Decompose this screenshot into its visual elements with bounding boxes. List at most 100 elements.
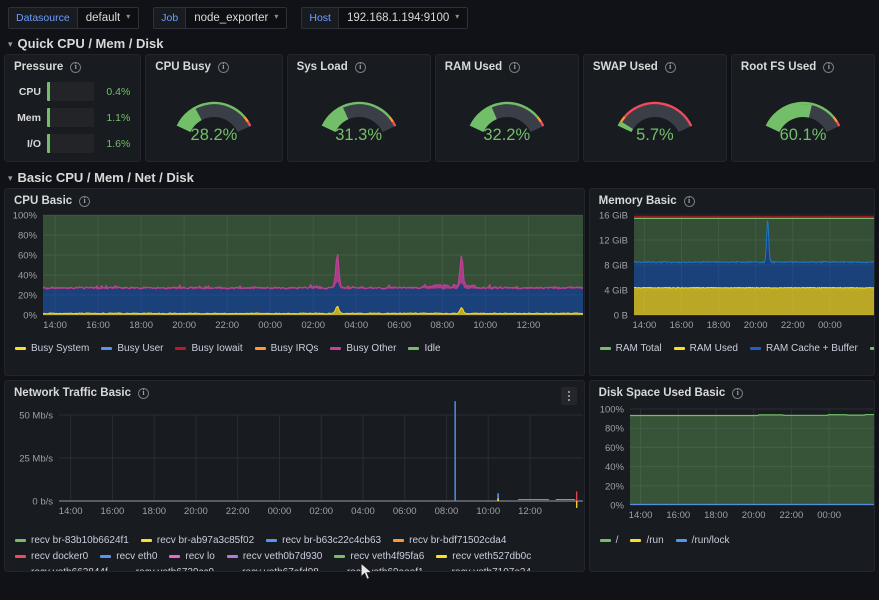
chart-disk-space[interactable]: 0% 20% 40% 60% 80% 100% 14:00 16:00 18:00 20:00 22… <box>590 399 874 532</box>
legend-item[interactable]: recv eth0 <box>100 550 157 563</box>
legend-cpu-basic: Busy System Busy User Busy Iowait Busy IRQs… <box>5 340 584 359</box>
info-icon[interactable]: i <box>70 61 82 73</box>
gauge-ram-used-value: 32.2% <box>483 126 531 144</box>
info-icon[interactable]: i <box>823 61 835 73</box>
legend-color-swatch <box>15 539 26 542</box>
legend-item[interactable]: Idle <box>408 342 441 355</box>
chevron-down-icon: ▾ <box>274 12 279 21</box>
legend-item-label: /run <box>646 535 664 546</box>
legend-item[interactable]: / <box>599 534 619 547</box>
panel-sys-load: Sys Load i 31.3% <box>286 54 431 162</box>
legend-item[interactable]: recv veth527db0c <box>436 550 531 563</box>
legend-item[interactable]: Busy Other <box>330 342 396 355</box>
svg-text:8 GiB: 8 GiB <box>604 261 628 272</box>
gauge-root-fs-used-value: 60.1% <box>779 126 827 144</box>
info-icon[interactable]: i <box>79 195 91 207</box>
info-icon[interactable]: i <box>217 61 229 73</box>
pressure-bar-mem <box>47 108 95 127</box>
legend-color-swatch <box>869 347 874 350</box>
row-header-basic[interactable]: ▾ Basic CPU / Mem / Net / Disk <box>0 168 879 188</box>
legend-color-swatch <box>408 347 420 350</box>
legend-color-swatch <box>226 555 238 558</box>
chevron-down-icon: ▾ <box>8 38 13 49</box>
svg-text:22:00: 22:00 <box>215 320 239 331</box>
legend-item[interactable]: recv br-ab97a3c85f02 <box>140 534 254 547</box>
legend-item[interactable]: recv veth662844f <box>15 566 108 571</box>
svg-text:16:00: 16:00 <box>669 320 693 331</box>
legend-item[interactable]: Busy Iowait <box>175 342 243 355</box>
legend-item[interactable]: recv veth4f95fa6 <box>334 550 424 563</box>
legend-item[interactable]: /run <box>630 534 664 547</box>
chart-cpu-basic[interactable]: 0% 20% 40% 60% 80% 100% 14:00 16:00 18:00 20:00 22… <box>5 207 584 340</box>
legend-item[interactable]: recv br-bdf71502cda4 <box>393 534 506 547</box>
pressure-label-cpu: CPU <box>18 85 41 98</box>
gauge-swap-used <box>584 75 726 159</box>
variable-datasource-value[interactable]: default ▾ <box>76 7 140 29</box>
svg-text:10:00: 10:00 <box>476 506 500 517</box>
panel-swap-used: SWAP Used i 5.7% <box>582 54 727 162</box>
chevron-down-icon: ▾ <box>126 12 131 21</box>
legend-item[interactable]: RAM Total <box>599 342 662 355</box>
legend-item[interactable]: Busy IRQs <box>254 342 318 355</box>
legend-item-label: RAM Used <box>689 343 738 354</box>
panel-network-traffic-title: Network Traffic Basic <box>14 387 131 399</box>
panel-disk-space-used-basic: Disk Space Used Basic i 0% 20% 40% 60% 80% 10… <box>588 380 875 572</box>
variable-host-value[interactable]: 192.168.1.194:9100 ▾ <box>337 7 469 29</box>
legend-item[interactable]: /run/lock <box>675 534 729 547</box>
legend-item-label: Busy Other <box>346 343 397 354</box>
quick-row-grid: Pressure i CPU 0.4% Mem 1.1% I/O 1.6% CP… <box>0 54 879 162</box>
legend-item[interactable]: recv docker0 <box>15 550 88 563</box>
legend-item[interactable]: RAM Free <box>869 342 874 355</box>
chart-memory-basic[interactable]: 0 B 4 GiB 8 GiB 12 GiB 16 GiB 14:00 16:00 18:00… <box>590 207 874 340</box>
legend-item[interactable]: recv lo <box>169 550 215 563</box>
row-header-quick[interactable]: ▾ Quick CPU / Mem / Disk <box>0 34 879 54</box>
svg-text:08:00: 08:00 <box>430 320 454 331</box>
variable-host[interactable]: Host 192.168.1.194:9100 ▾ <box>301 7 469 29</box>
legend-item[interactable]: Busy User <box>101 342 163 355</box>
panel-network-traffic-header: Network Traffic Basic i <box>5 381 584 399</box>
legend-item-label: recv veth0b7d930 <box>242 551 323 562</box>
svg-text:22:00: 22:00 <box>779 510 803 521</box>
svg-text:04:00: 04:00 <box>344 320 368 331</box>
info-icon[interactable]: i <box>664 61 676 73</box>
info-icon[interactable]: i <box>354 61 366 73</box>
legend-item[interactable]: recv br-b63c22c4cb63 <box>266 534 381 547</box>
legend-color-swatch <box>675 539 687 542</box>
pressure-value-mem: 1.1% <box>106 111 131 124</box>
legend-item[interactable]: recv veth69aeef1 <box>331 566 424 571</box>
legend-item[interactable]: RAM Used <box>673 342 738 355</box>
legend-item[interactable]: RAM Cache + Buffer <box>749 342 858 355</box>
variable-datasource-text: default <box>85 11 121 24</box>
legend-item[interactable]: recv veth6729cc9 <box>120 566 214 571</box>
info-icon[interactable]: i <box>137 387 149 399</box>
chart-network-traffic[interactable]: 0 b/s 25 Mb/s 50 Mb/s 14:00 16:00 18:00 20:00 2… <box>5 399 584 532</box>
svg-text:22:00: 22:00 <box>781 320 805 331</box>
legend-item[interactable]: recv veth0b7d930 <box>226 550 323 563</box>
legend-item-label: / <box>615 535 619 546</box>
panel-memory-basic-header: Memory Basic i <box>590 189 874 207</box>
info-icon[interactable]: i <box>683 195 695 207</box>
template-variable-bar: Datasource default ▾ Job node_exporter ▾… <box>0 0 879 34</box>
variable-job[interactable]: Job node_exporter ▾ <box>153 7 288 29</box>
panel-pressure: Pressure i CPU 0.4% Mem 1.1% I/O 1.6% <box>4 54 142 162</box>
pressure-value-cpu: 0.4% <box>106 85 131 98</box>
row-header-basic-title: Basic CPU / Mem / Net / Disk <box>17 169 194 185</box>
legend-item[interactable]: recv veth67afd98 <box>226 566 319 571</box>
variable-job-value[interactable]: node_exporter ▾ <box>185 7 288 29</box>
legend-item[interactable]: Busy System <box>15 342 89 355</box>
pressure-value-io: 1.6% <box>106 137 131 150</box>
pressure-row-mem: Mem 1.1% <box>11 106 130 129</box>
info-icon[interactable]: i <box>732 387 744 399</box>
legend-item[interactable]: recv veth7107e34 <box>436 566 532 571</box>
info-icon[interactable]: i <box>509 61 521 73</box>
legend-item-label: recv veth69aeef1 <box>347 566 424 571</box>
panel-ram-used-title: RAM Used <box>444 61 503 73</box>
panel-pressure-header: Pressure i <box>5 55 140 73</box>
pressure-bars: CPU 0.4% Mem 1.1% I/O 1.6% <box>5 73 140 155</box>
chevron-down-icon: ▾ <box>8 172 13 183</box>
panel-swap-used-header: SWAP Used i <box>584 55 726 73</box>
legend-item[interactable]: recv br-83b10b6624f1 <box>15 534 129 547</box>
panel-root-fs-used-header: Root FS Used i <box>732 55 874 73</box>
legend-item-label: recv veth527db0c <box>452 551 532 562</box>
variable-datasource[interactable]: Datasource default ▾ <box>8 7 140 29</box>
